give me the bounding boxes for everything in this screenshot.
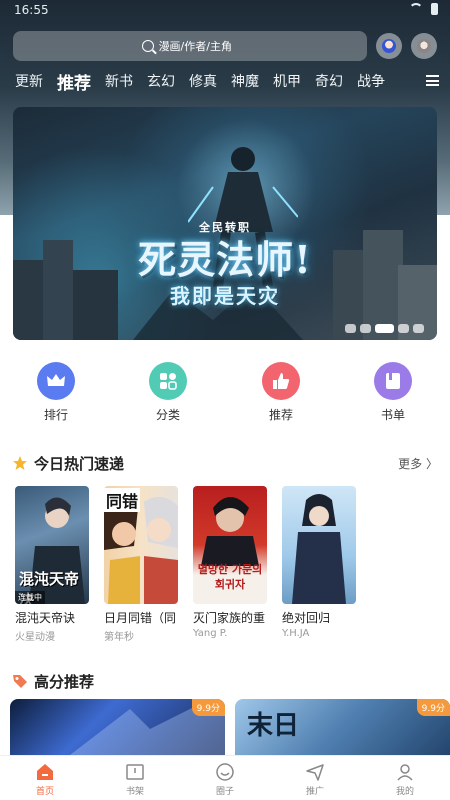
category-tabs: 更新 推荐 新书 玄幻 修真 神魔 机甲 奇幻 战争 bbox=[0, 68, 450, 94]
thumbs-up-icon bbox=[262, 362, 300, 400]
tab-gods-demons[interactable]: 神魔 bbox=[224, 71, 266, 91]
comic-author: 第年秒 bbox=[104, 632, 134, 643]
quick-entry-recommend[interactable]: 推荐 bbox=[251, 362, 311, 423]
avatar-icon bbox=[382, 39, 397, 53]
banner-dot[interactable] bbox=[413, 324, 424, 333]
banner-dot[interactable] bbox=[398, 324, 409, 333]
star-icon bbox=[13, 456, 27, 470]
comic-card[interactable]: 멸망한 가문의 회귀자 灭门家族的重 Yang P. bbox=[193, 486, 267, 639]
quick-entry-booklist[interactable]: 书单 bbox=[363, 362, 423, 423]
nav-home[interactable]: 首页 bbox=[0, 756, 90, 800]
section-title: 高分推荐 bbox=[34, 672, 95, 691]
tab-fantasy[interactable]: 玄幻 bbox=[140, 71, 182, 91]
user-avatar-button[interactable] bbox=[376, 33, 403, 59]
category-icon bbox=[149, 362, 187, 400]
character-avatar-button[interactable] bbox=[411, 33, 437, 59]
comic-card[interactable]: 同错 日月同错（同 第年秒 bbox=[104, 486, 178, 643]
quick-entry-row: 排行 分类 推荐 书单 bbox=[0, 362, 450, 422]
battery-icon bbox=[431, 3, 438, 15]
tab-new-books[interactable]: 新书 bbox=[98, 71, 140, 91]
more-link[interactable]: 更多 〉 bbox=[398, 455, 438, 472]
tag-icon bbox=[13, 675, 27, 688]
quick-entry-label: 排行 bbox=[43, 408, 68, 422]
cover-title: 멸망한 가문의 회귀자 bbox=[197, 563, 263, 591]
nav-promote[interactable]: 推广 bbox=[270, 756, 360, 800]
banner-carousel[interactable]: 全民转职 死灵法师! 我即是天灾 bbox=[13, 107, 437, 340]
comic-author: Yang P. bbox=[193, 628, 228, 639]
comic-title: 灭门家族的重 bbox=[193, 611, 266, 625]
quick-entry-label: 推荐 bbox=[268, 408, 293, 422]
book-icon bbox=[374, 362, 412, 400]
hot-comic-list: 混沌天帝决 连载中 混沌天帝诀 火星动漫 同错 日月同错（同 第年秒 bbox=[15, 486, 445, 646]
wifi-icon bbox=[409, 3, 423, 13]
cover-title: 同错 bbox=[104, 488, 141, 512]
search-box[interactable] bbox=[13, 31, 368, 61]
avatar-icon bbox=[417, 39, 432, 53]
hot-section-header: 今日热门速递 更多 〉 bbox=[12, 452, 438, 474]
comic-cover: 同错 bbox=[104, 486, 178, 604]
quick-entry-label: 分类 bbox=[155, 408, 180, 422]
banner-subtitle: 我即是天灾 bbox=[170, 284, 280, 308]
banner-pagination bbox=[345, 324, 424, 333]
quick-entry-ranking[interactable]: 排行 bbox=[26, 362, 86, 423]
status-time: 16:55 bbox=[14, 3, 49, 17]
comic-author: Y.H.JA bbox=[282, 628, 310, 639]
menu-icon[interactable] bbox=[426, 75, 439, 86]
home-icon bbox=[37, 764, 53, 780]
comic-title: 绝对回归 bbox=[282, 611, 331, 625]
recommend-card[interactable]: 末日 9.9分 bbox=[235, 699, 450, 755]
nav-bookshelf[interactable]: 书架 bbox=[90, 756, 180, 800]
search-row bbox=[13, 31, 437, 61]
recommend-list: 9.9分 末日 9.9分 bbox=[10, 699, 450, 755]
banner-dot[interactable] bbox=[360, 324, 371, 333]
recommend-section-header: 高分推荐 bbox=[12, 670, 438, 692]
bottom-navigation: 首页 书架 圈子 推广 我的 bbox=[0, 755, 450, 800]
nav-label: 圈子 bbox=[215, 787, 234, 797]
send-icon bbox=[306, 764, 324, 781]
tab-recommend[interactable]: 推荐 bbox=[50, 69, 98, 94]
tab-mecha[interactable]: 机甲 bbox=[266, 71, 308, 91]
section-title: 今日热门速递 bbox=[34, 454, 125, 473]
banner-dot[interactable] bbox=[345, 324, 356, 333]
status-badge: 连载中 bbox=[15, 591, 45, 604]
score-badge: 9.9分 bbox=[416, 699, 450, 716]
comic-cover bbox=[282, 486, 356, 604]
nav-label: 书架 bbox=[125, 787, 144, 797]
comic-cover: 멸망한 가문의 회귀자 bbox=[193, 486, 267, 604]
comic-card[interactable]: 混沌天帝决 连载中 混沌天帝诀 火星动漫 bbox=[15, 486, 89, 643]
nav-label: 我的 bbox=[395, 787, 414, 797]
cover-title: 末日 bbox=[247, 711, 300, 741]
status-bar: 16:55 bbox=[0, 0, 450, 22]
tab-war[interactable]: 战争 bbox=[350, 71, 392, 91]
tab-magic[interactable]: 奇幻 bbox=[308, 71, 350, 91]
profile-icon bbox=[397, 764, 413, 781]
circle-icon bbox=[216, 763, 234, 781]
banner-dot-active[interactable] bbox=[375, 324, 394, 333]
bookshelf-icon bbox=[126, 764, 144, 780]
search-input[interactable] bbox=[158, 39, 239, 53]
score-badge: 9.9分 bbox=[191, 699, 225, 716]
banner-title: 死灵法师! bbox=[138, 237, 312, 282]
system-icons bbox=[409, 3, 438, 15]
recommend-card[interactable]: 9.9分 bbox=[10, 699, 225, 755]
nav-label: 推广 bbox=[305, 787, 324, 797]
comic-cover: 混沌天帝决 连载中 bbox=[15, 486, 89, 604]
tab-cultivation[interactable]: 修真 bbox=[182, 71, 224, 91]
quick-entry-label: 书单 bbox=[380, 408, 405, 422]
comic-author: 火星动漫 bbox=[15, 632, 55, 643]
comic-card[interactable]: 绝对回归 Y.H.JA bbox=[282, 486, 356, 639]
quick-entry-category[interactable]: 分类 bbox=[138, 362, 198, 423]
nav-circle[interactable]: 圈子 bbox=[180, 756, 270, 800]
tab-update[interactable]: 更新 bbox=[0, 71, 50, 91]
nav-profile[interactable]: 我的 bbox=[360, 756, 450, 800]
search-icon bbox=[141, 40, 154, 52]
crown-icon bbox=[37, 362, 75, 400]
comic-title: 混沌天帝诀 bbox=[15, 611, 76, 625]
nav-label: 首页 bbox=[35, 787, 54, 797]
comic-title: 日月同错（同 bbox=[104, 611, 177, 625]
